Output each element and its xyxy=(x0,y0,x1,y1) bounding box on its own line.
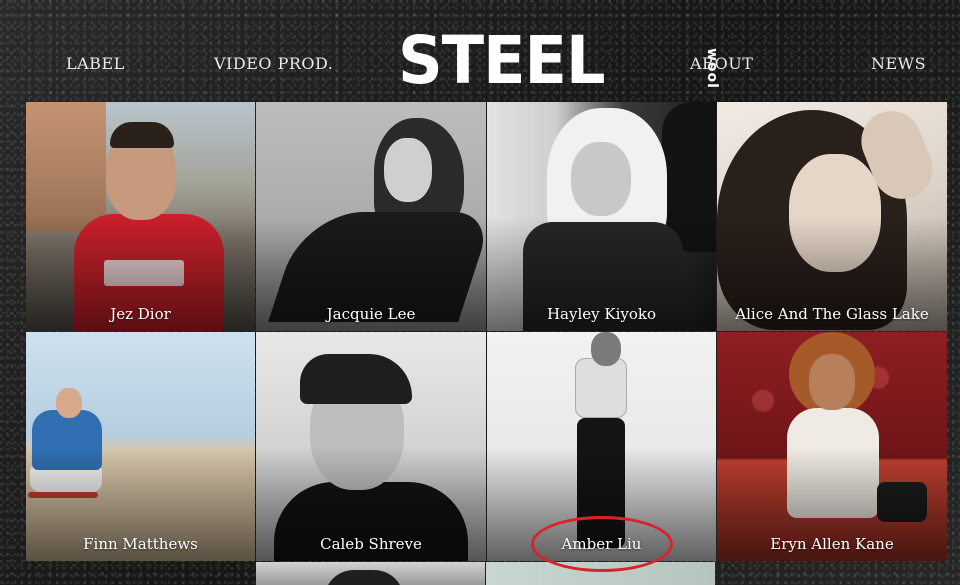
nav-label-link[interactable]: LABEL xyxy=(66,54,125,73)
artist-tile-jez-dior[interactable]: Jez Dior xyxy=(26,102,255,331)
artist-name: Finn Matthews xyxy=(83,535,198,553)
logo-sub-wrap: wool xyxy=(570,34,720,96)
artist-tile-hayley-kiyoko[interactable]: Hayley Kiyoko xyxy=(487,102,716,331)
artist-tile-alice-and-the-glass-lake[interactable]: Alice And The Glass Lake xyxy=(717,102,947,331)
site-logo[interactable]: STEEL wool xyxy=(398,28,720,98)
artist-photo xyxy=(26,332,255,561)
artist-tile-partial[interactable] xyxy=(486,562,715,585)
artist-photo xyxy=(717,102,947,331)
artist-name: Alice And The Glass Lake xyxy=(735,305,929,323)
artist-tile-finn-matthews[interactable]: Finn Matthews xyxy=(26,332,255,561)
artist-tile-jacquie-lee[interactable]: Jacquie Lee xyxy=(256,102,486,331)
artist-tile-caleb-shreve[interactable]: Caleb Shreve xyxy=(256,332,486,561)
nav-video-prod-link[interactable]: VIDEO PROD. xyxy=(214,54,333,73)
nav-about-link[interactable]: ABOUT xyxy=(690,54,753,73)
artist-photo xyxy=(26,102,255,331)
top-navigation: LABEL VIDEO PROD. STEEL wool ABOUT NEWS xyxy=(0,0,960,100)
artist-photo xyxy=(256,332,486,561)
artist-name: Jez Dior xyxy=(110,305,171,323)
artist-name: Eryn Allen Kane xyxy=(770,535,894,553)
artist-photo xyxy=(487,332,716,561)
artist-name: Caleb Shreve xyxy=(320,535,422,553)
artist-grid: Jez Dior Jacquie Lee Hayley Kiyoko Alice… xyxy=(26,102,947,561)
artist-tile-amber-liu[interactable]: Amber Liu xyxy=(487,332,716,561)
artist-tile-partial[interactable] xyxy=(256,562,485,585)
nav-news-link[interactable]: NEWS xyxy=(871,54,926,73)
artist-photo xyxy=(487,102,716,331)
artist-name: Amber Liu xyxy=(561,535,642,553)
artist-name: Jacquie Lee xyxy=(326,305,416,323)
artist-tile-eryn-allen-kane[interactable]: Eryn Allen Kane xyxy=(717,332,947,561)
artist-name: Hayley Kiyoko xyxy=(546,305,657,323)
artist-photo xyxy=(717,332,947,561)
artist-photo xyxy=(256,102,486,331)
